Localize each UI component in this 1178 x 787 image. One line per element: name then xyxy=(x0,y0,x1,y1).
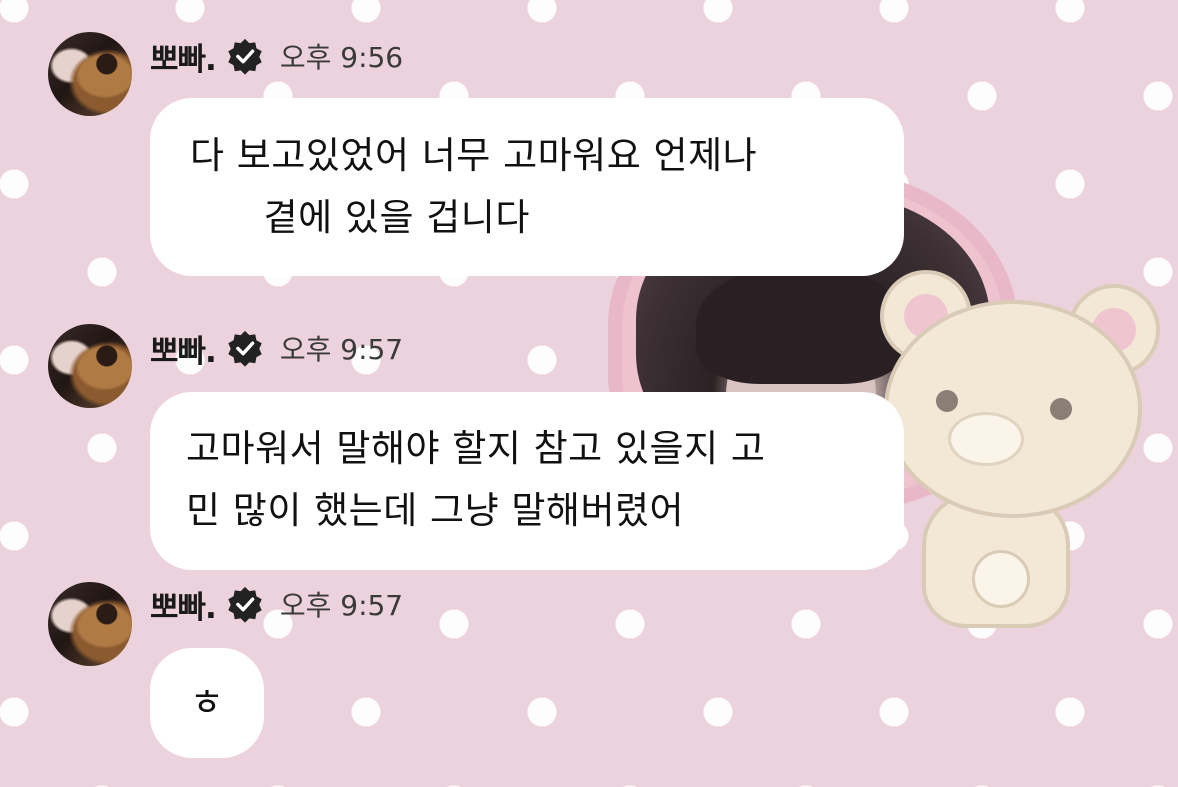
sender-name[interactable]: 뽀빠. xyxy=(150,326,217,371)
sender-name[interactable]: 뽀빠. xyxy=(150,34,217,79)
message-time: 오후 9:56 xyxy=(279,41,404,74)
message-time: 오후 9:57 xyxy=(279,589,404,622)
message-bubble[interactable]: ㅎ xyxy=(150,648,264,758)
message-header: 뽀빠. 오후 9:57 xyxy=(150,326,404,371)
wallpaper-bear-illustration xyxy=(872,260,1162,628)
message-header: 뽀빠. 오후 9:56 xyxy=(150,34,404,79)
verified-badge-icon xyxy=(228,38,262,75)
avatar[interactable] xyxy=(48,582,132,666)
avatar[interactable] xyxy=(48,324,132,408)
verified-badge-icon xyxy=(228,330,262,367)
message-bubble[interactable]: 고마워서 말해야 할지 참고 있을지 고 민 많이 했는데 그냥 말해버렸어 xyxy=(150,392,904,570)
verified-badge-icon xyxy=(228,586,262,623)
sender-name[interactable]: 뽀빠. xyxy=(150,582,217,627)
message-header: 뽀빠. 오후 9:57 xyxy=(150,582,404,627)
avatar[interactable] xyxy=(48,32,132,116)
message-time: 오후 9:57 xyxy=(279,333,404,366)
message-bubble[interactable]: 다 보고있었어 너무 고마워요 언제나 곁에 있을 겁니다 xyxy=(150,98,904,276)
